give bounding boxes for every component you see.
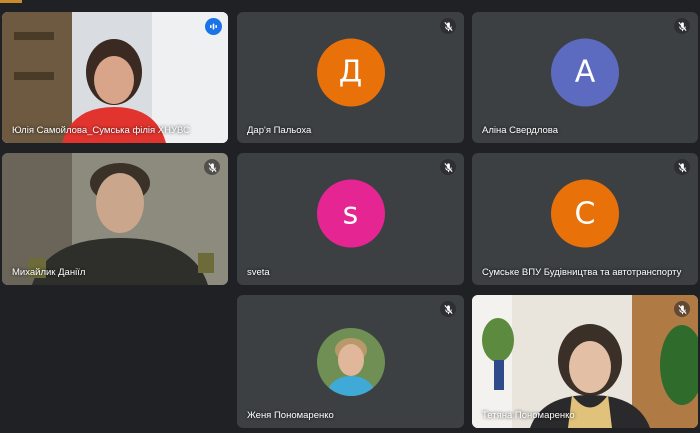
avatar: С <box>551 179 619 248</box>
participant-tile-alina[interactable]: А Аліна Свердлова <box>472 12 698 143</box>
mic-off-icon <box>443 21 453 31</box>
mute-indicator <box>440 301 456 317</box>
participant-video <box>472 295 698 428</box>
mic-off-icon <box>677 304 687 314</box>
avatar <box>317 328 385 396</box>
participant-name: sveta <box>247 267 270 278</box>
participant-tile-zhenia[interactable]: Женя Пономаренко <box>237 295 464 428</box>
mic-off-icon <box>443 304 453 314</box>
mic-off-icon <box>207 162 217 172</box>
mic-off-icon <box>443 162 453 172</box>
participant-tile-yuliia[interactable]: Юлія Самойлова_Сумська філія ХНУВС <box>2 12 228 143</box>
participant-video <box>2 12 228 143</box>
participant-name: Юлія Самойлова_Сумська філія ХНУВС <box>12 125 190 136</box>
avatar: А <box>551 38 619 107</box>
participant-tile-daria[interactable]: Д Дар'я Пальоха <box>237 12 464 143</box>
mute-indicator <box>674 18 690 34</box>
participant-name: Тетяна Пономаренко <box>482 410 575 421</box>
avatar: Д <box>316 38 385 107</box>
participant-tile-sumske-vpu[interactable]: С Сумське ВПУ Будівництва та автотранспо… <box>472 153 698 285</box>
top-strip <box>0 0 22 3</box>
mute-indicator <box>440 18 456 34</box>
participant-name: Дар'я Пальоха <box>247 125 312 136</box>
mic-off-icon <box>677 21 687 31</box>
participant-name: Аліна Свердлова <box>482 125 559 136</box>
audio-level-icon <box>210 23 217 30</box>
participant-name: Сумське ВПУ Будівництва та автотранспорт… <box>482 267 682 278</box>
mute-indicator <box>204 159 220 175</box>
participant-tile-tetiana[interactable]: Тетяна Пономаренко <box>472 295 698 428</box>
participant-tile-sveta[interactable]: s sveta <box>237 153 464 285</box>
participant-name: Женя Пономаренко <box>247 410 334 421</box>
mute-indicator <box>440 159 456 175</box>
mute-indicator <box>674 159 690 175</box>
speaking-indicator <box>205 18 222 35</box>
participant-video <box>2 153 228 285</box>
avatar: s <box>316 179 385 248</box>
mic-off-icon <box>677 162 687 172</box>
participant-name: Михайлик Даніїл <box>12 267 86 278</box>
participant-tile-mykhailyk[interactable]: Михайлик Даніїл <box>2 153 228 285</box>
mute-indicator <box>674 301 690 317</box>
